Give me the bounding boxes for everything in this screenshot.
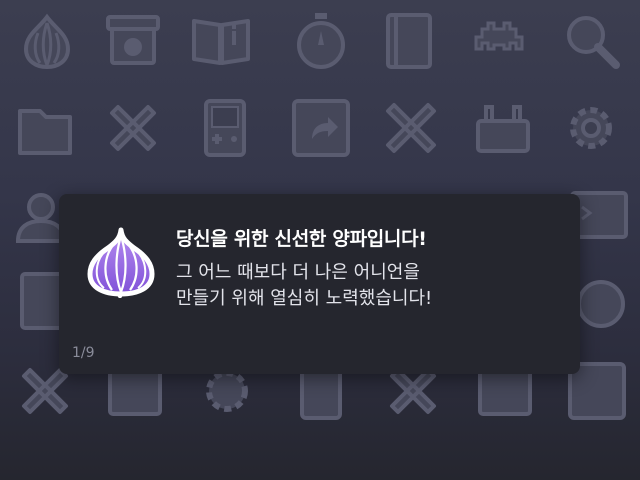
space-invader-icon [468,9,530,71]
tools-cross-icon [102,97,164,159]
box-onion-icon [102,9,164,71]
book-info-icon [190,9,252,71]
notification-body-line: 만들기 위해 열심히 노력했습니다! [176,288,433,309]
page-counter: 1/9 [72,345,95,361]
gear-icon [560,97,622,159]
notification-title: 당신을 위한 신선한 양파입니다! [176,228,427,250]
stopwatch-icon [290,9,352,71]
notebook-icon [378,9,440,71]
ruler-pencil-cross-icon [380,97,442,159]
tor-onion-icon [86,226,156,298]
notification-body: 그 어느 때보다 더 나은 어니언을 만들기 위해 열심히 노력했습니다! [176,260,566,312]
toolbox-icon [472,97,534,159]
notification-body-line: 그 어느 때보다 더 나은 어니언을 [176,262,420,283]
onion-icon [16,9,78,71]
gameboy-icon [194,97,256,159]
folder-icon [14,97,76,159]
share-arrow-icon [290,97,352,159]
magnifier-icon [560,9,622,71]
